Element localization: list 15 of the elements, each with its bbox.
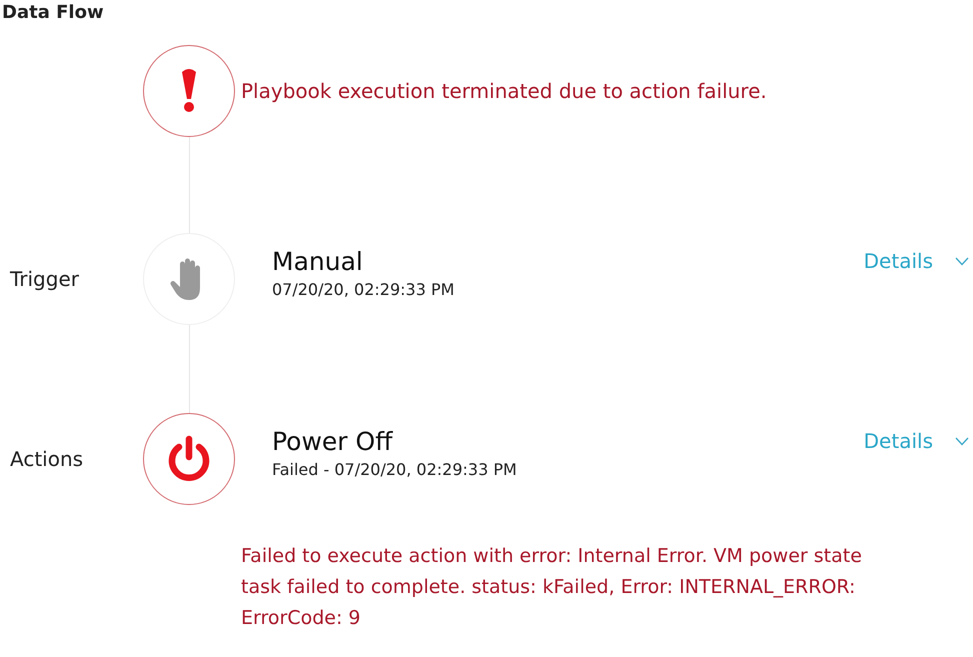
step-label: Actions [9, 447, 84, 471]
exclamation-icon [180, 68, 198, 114]
page-title: Data Flow [1, 1, 104, 23]
chevron-icon[interactable] [955, 436, 969, 446]
chevron-icon[interactable] [955, 256, 969, 266]
step-time: 07/20/20, 02:29:33 PM [272, 280, 456, 299]
details-link[interactable]: Details [864, 249, 933, 273]
details-link[interactable]: Details [864, 429, 933, 453]
step-name: Manual [272, 247, 364, 276]
step-label: Trigger [9, 267, 80, 291]
error-message: Failed to execute action with error: Internal Error. VM power state task failed to complete. status: kFailed, Error: INTERNAL_ERROR: ErrorCode: 9 [240, 544, 863, 631]
step-time: Failed - 07/20/20, 02:29:33 PM [272, 460, 518, 479]
power-icon [166, 435, 212, 483]
status-message: Playbook execution terminated due to action failure. [240, 79, 768, 103]
step-name: Power Off [272, 427, 394, 456]
